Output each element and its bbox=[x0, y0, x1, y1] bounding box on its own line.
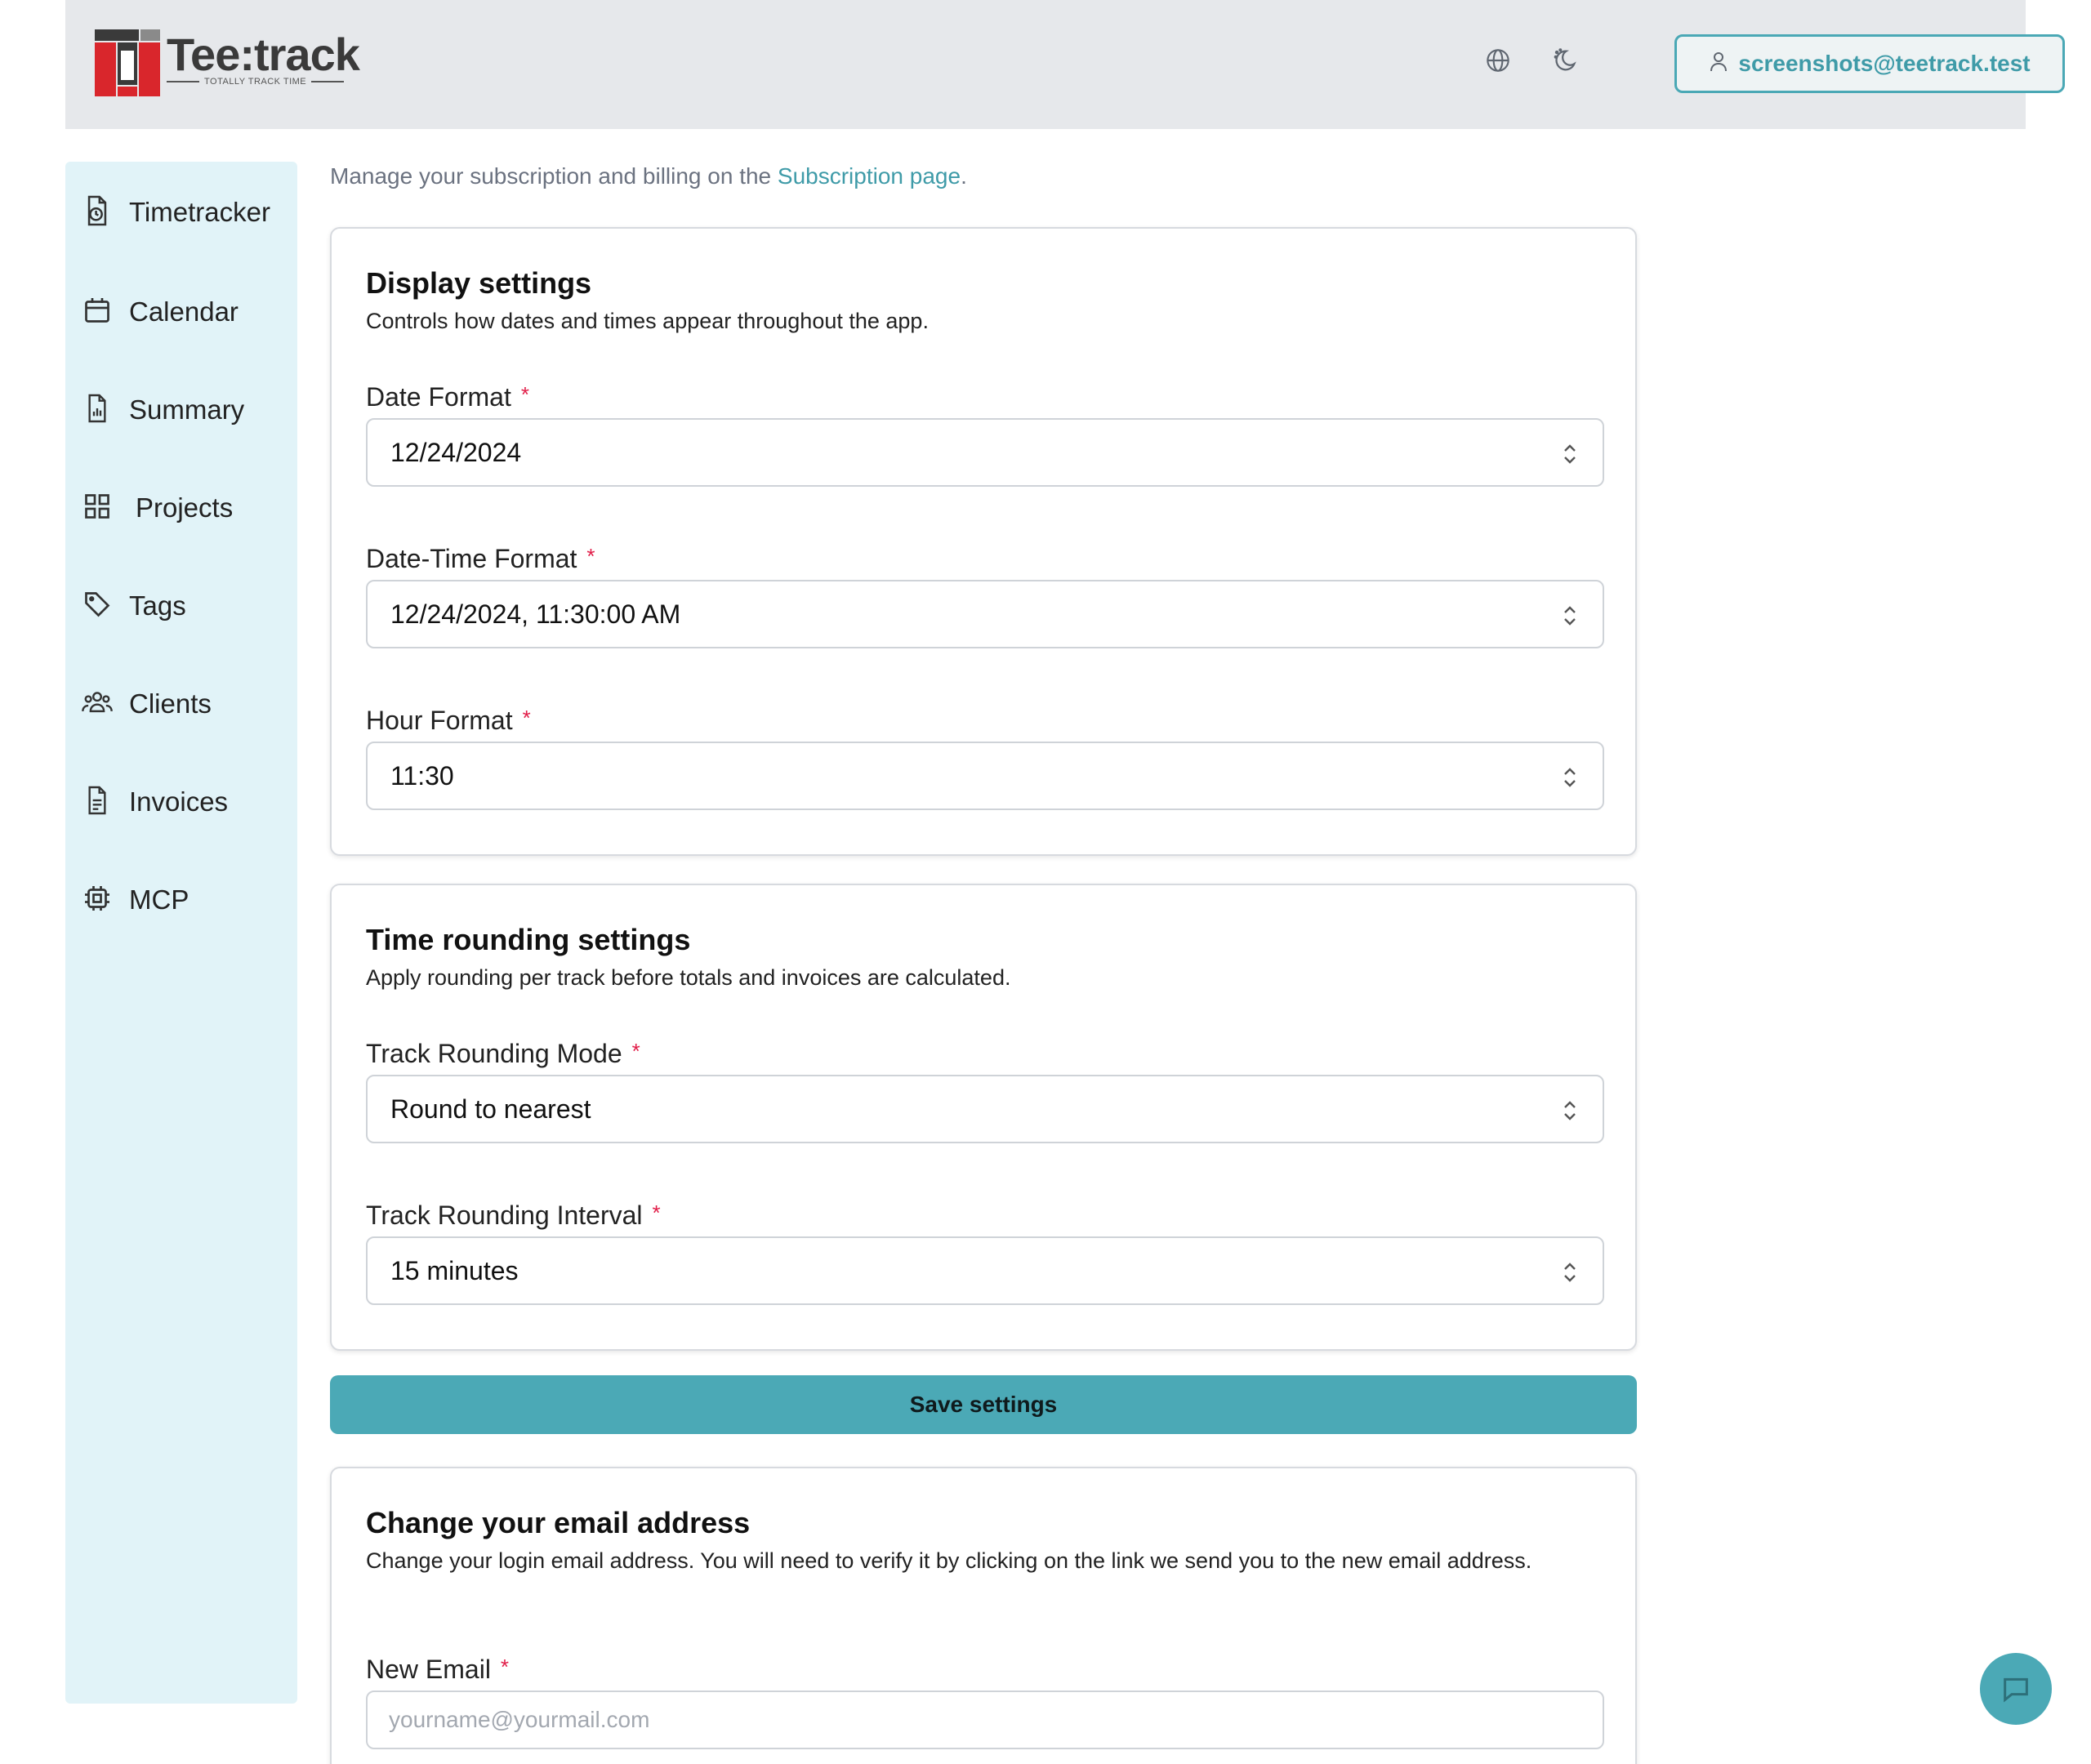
timetracker-icon bbox=[82, 194, 113, 227]
hour-format-label: Hour Format * bbox=[366, 706, 531, 735]
card-description: Controls how dates and times appear thro… bbox=[366, 309, 929, 333]
required-marker: * bbox=[522, 706, 531, 730]
sidebar-item-label: Tags bbox=[129, 590, 186, 621]
rounding-interval-select[interactable]: 15 minutes bbox=[366, 1236, 1604, 1305]
change-email-card: Change your email address Change your lo… bbox=[330, 1467, 1637, 1764]
sidebar-item-label: MCP bbox=[129, 884, 189, 915]
sidebar-item-tags[interactable]: Tags bbox=[65, 580, 297, 632]
theme-toggle-icon[interactable] bbox=[1550, 46, 1580, 75]
subscription-intro: Manage your subscription and billing on … bbox=[330, 163, 967, 189]
sidebar-item-label: Invoices bbox=[129, 786, 229, 817]
chevron-updown-icon bbox=[1564, 1101, 1576, 1120]
time-rounding-card: Time rounding settings Apply rounding pe… bbox=[330, 884, 1637, 1351]
chevron-updown-icon bbox=[1564, 444, 1576, 464]
rounding-interval-label: Track Rounding Interval * bbox=[366, 1200, 661, 1230]
required-marker: * bbox=[631, 1039, 640, 1063]
card-title: Time rounding settings bbox=[366, 923, 691, 956]
hour-format-select[interactable]: 11:30 bbox=[366, 742, 1604, 810]
chevron-updown-icon bbox=[1564, 606, 1576, 626]
datetime-format-select[interactable]: 12/24/2024, 11:30:00 AM bbox=[366, 580, 1604, 648]
tag-icon bbox=[82, 588, 113, 621]
user-email: screenshots@teetrack.test bbox=[1738, 51, 2031, 76]
card-title: Display settings bbox=[366, 266, 592, 300]
user-icon bbox=[1709, 51, 1728, 78]
required-marker: * bbox=[652, 1200, 661, 1225]
sidebar-item-label: Summary bbox=[129, 394, 245, 425]
card-description: Apply rounding per track before totals a… bbox=[366, 965, 1011, 990]
sidebar-item-invoices[interactable]: Invoices bbox=[65, 776, 297, 828]
sidebar-item-timetracker[interactable]: Timetracker bbox=[65, 186, 297, 238]
clients-icon bbox=[82, 686, 113, 719]
sidebar-item-label: Calendar bbox=[129, 296, 239, 327]
user-account-button[interactable]: screenshots@teetrack.test bbox=[1674, 34, 2065, 93]
datetime-format-label: Date-Time Format * bbox=[366, 544, 595, 573]
top-header: Tee:track TOTALLY TRACK TIME screenshots… bbox=[65, 0, 2065, 129]
sidebar-item-clients[interactable]: Clients bbox=[65, 678, 297, 730]
logo-text: Tee:track TOTALLY TRACK TIME bbox=[167, 29, 360, 87]
calendar-icon bbox=[82, 294, 113, 327]
select-value: 12/24/2024, 11:30:00 AM bbox=[390, 599, 681, 629]
chat-button[interactable] bbox=[1980, 1653, 2052, 1725]
sidebar-item-label: Timetracker bbox=[129, 197, 270, 227]
new-email-field[interactable]: yourname@yourmail.com bbox=[366, 1690, 1604, 1749]
sidebar-item-calendar[interactable]: Calendar bbox=[65, 286, 297, 338]
logo-wordmark: Tee:track bbox=[167, 29, 360, 80]
date-format-select[interactable]: 12/24/2024 bbox=[366, 418, 1604, 487]
select-value: 11:30 bbox=[390, 760, 454, 791]
sidebar-item-summary[interactable]: Summary bbox=[65, 384, 297, 436]
input-placeholder: yourname@yourmail.com bbox=[389, 1707, 650, 1732]
chevron-updown-icon bbox=[1564, 768, 1576, 787]
logo-mark-icon bbox=[95, 29, 160, 96]
date-format-label: Date Format * bbox=[366, 382, 529, 412]
chip-icon bbox=[82, 882, 113, 915]
subscription-page-link[interactable]: Subscription page bbox=[778, 163, 961, 189]
save-settings-button[interactable]: Save settings bbox=[330, 1375, 1637, 1434]
select-value: 15 minutes bbox=[390, 1255, 519, 1285]
app-logo[interactable]: Tee:track TOTALLY TRACK TIME bbox=[95, 29, 360, 96]
required-marker: * bbox=[500, 1655, 510, 1679]
card-description: Change your login email address. You wil… bbox=[366, 1548, 1532, 1573]
globe-icon[interactable] bbox=[1483, 46, 1513, 75]
sidebar-item-label: Clients bbox=[129, 688, 212, 719]
card-title: Change your email address bbox=[366, 1506, 751, 1539]
required-marker: * bbox=[520, 382, 529, 407]
projects-grid-icon bbox=[82, 490, 113, 523]
new-email-label: New Email * bbox=[366, 1655, 510, 1684]
display-settings-card: Display settings Controls how dates and … bbox=[330, 227, 1637, 856]
chevron-updown-icon bbox=[1564, 1263, 1576, 1282]
select-value: 12/24/2024 bbox=[390, 437, 522, 467]
sidebar-item-label: Projects bbox=[136, 492, 234, 523]
chat-icon bbox=[2004, 1677, 2028, 1703]
summary-icon bbox=[82, 392, 113, 425]
select-value: Round to nearest bbox=[390, 1094, 591, 1124]
sidebar-item-projects[interactable]: Projects bbox=[65, 482, 297, 534]
rounding-mode-label: Track Rounding Mode * bbox=[366, 1039, 640, 1068]
required-marker: * bbox=[586, 544, 595, 568]
sidebar-item-mcp[interactable]: MCP bbox=[65, 874, 297, 926]
invoice-icon bbox=[82, 784, 113, 817]
rounding-mode-select[interactable]: Round to nearest bbox=[366, 1075, 1604, 1143]
